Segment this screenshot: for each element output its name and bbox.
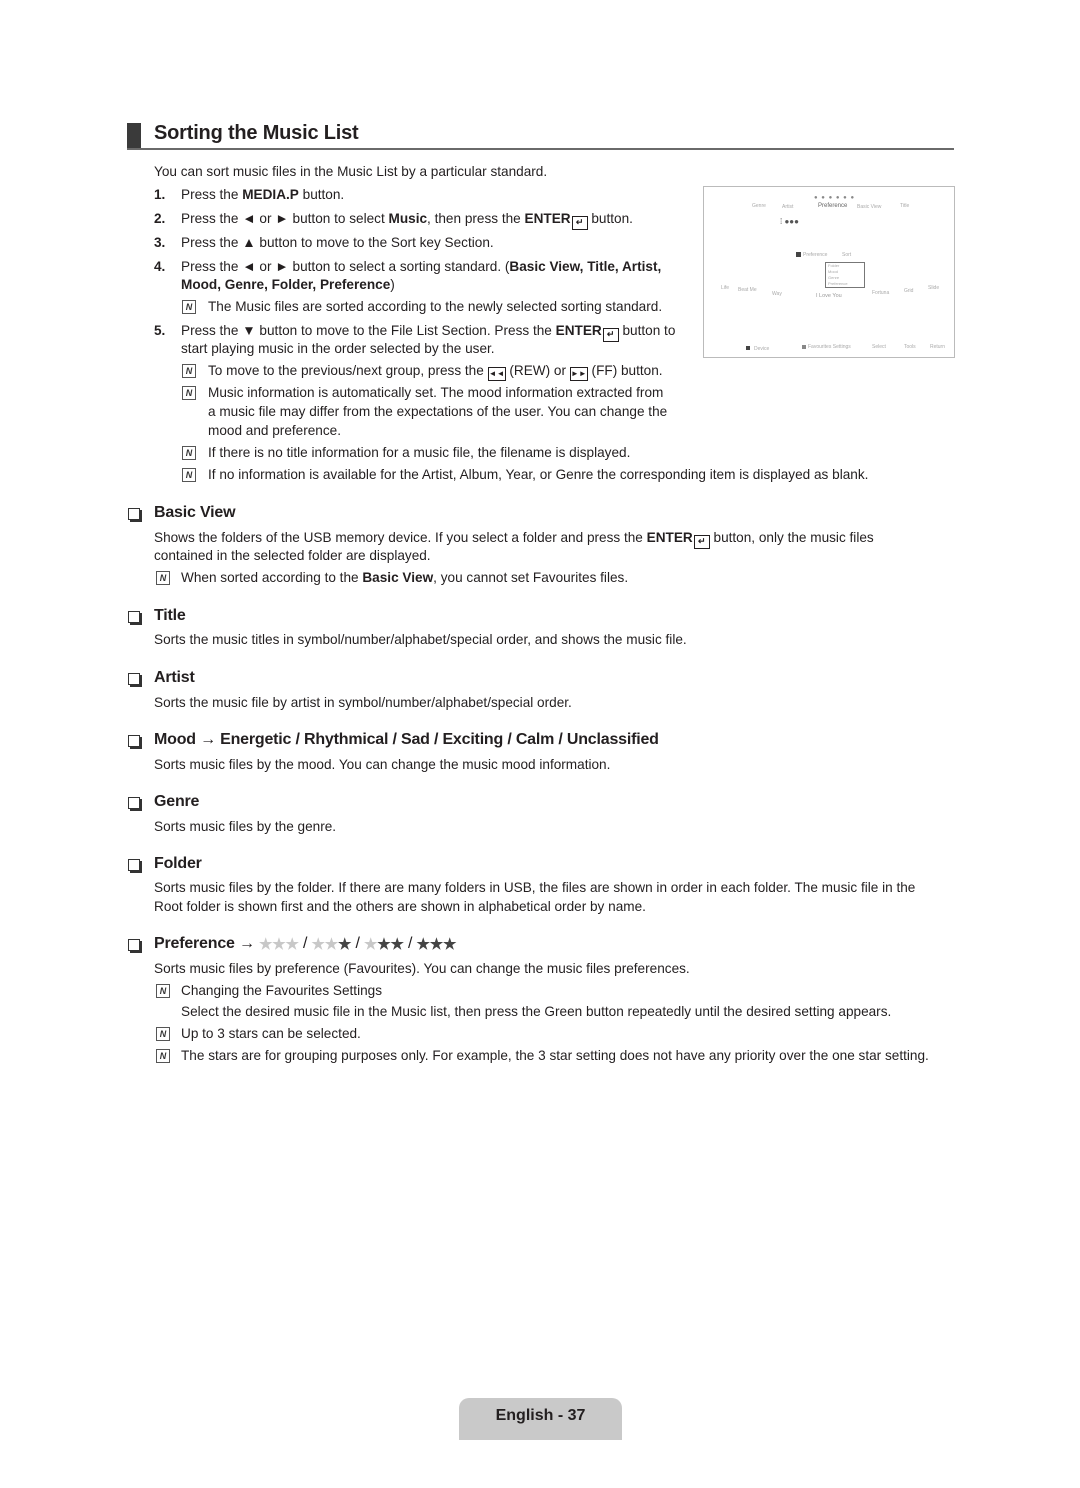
star-empty-icon: ★ <box>259 936 273 953</box>
section-bullet-icon <box>128 939 140 951</box>
enter-icon: ↵ <box>571 216 588 230</box>
section-bullet-icon <box>128 611 140 623</box>
note-icon: N <box>182 300 196 314</box>
star-group-separator: / <box>351 935 365 952</box>
heading-title: Title <box>154 607 186 624</box>
pref-note-1-detail: Select the desired music file in the Mus… <box>181 1004 892 1019</box>
star-empty-icon: ★ <box>285 936 299 953</box>
step-3: 3. Press the ▲ button to move to the Sor… <box>154 235 494 250</box>
star-group-separator: / <box>403 935 417 952</box>
page-label: English - 37 <box>495 1407 586 1424</box>
intro-text: You can sort music files in the Music Li… <box>154 164 548 179</box>
rewind-icon: ◄◄ <box>487 367 506 381</box>
enter-icon: ↵ <box>693 535 710 549</box>
step-1: 1. Press the MEDIA.P button. <box>154 187 345 202</box>
heading-artist: Artist <box>154 669 195 686</box>
basic-view-note: When sorted according to the Basic View,… <box>181 570 629 585</box>
note-icon: N <box>182 386 196 400</box>
star-group: ★★★ <box>311 935 352 953</box>
pref-note-2: Up to 3 stars can be selected. <box>181 1026 361 1041</box>
star-filled-icon: ★ <box>429 936 444 953</box>
sort-key-icon <box>796 252 801 257</box>
fast-forward-icon: ►► <box>569 367 588 381</box>
star-empty-icon: ★ <box>311 936 325 953</box>
page-number-tab: English - 37 <box>459 1398 622 1440</box>
note-icon: N <box>182 468 196 482</box>
note-icon: N <box>156 984 170 998</box>
note-music-info-2: a music file may differ from the expecta… <box>208 404 668 419</box>
section-bullet-icon <box>128 673 140 685</box>
basic-view-text-2: contained in the selected folder are dis… <box>154 548 431 563</box>
star-empty-icon: ★ <box>364 936 378 953</box>
section-bullet-icon <box>128 797 140 809</box>
stars-indicator: ● ● ● ● ● ● <box>814 195 856 201</box>
section-bullet-icon <box>128 508 140 520</box>
preference-star-groups: ★★★ / ★★★ / ★★★ / ★★★ <box>259 935 457 953</box>
note-icon: N <box>156 571 170 585</box>
preference-text: Sorts music files by preference (Favouri… <box>154 961 690 976</box>
star-filled-icon: ★ <box>416 936 430 953</box>
green-button-icon <box>802 345 806 349</box>
folder-text-1: Sorts music files by the folder. If ther… <box>154 880 916 895</box>
step-4: 4. Press the ◄ or ► button to select a s… <box>154 259 662 274</box>
device-icon <box>746 346 750 350</box>
title-marker <box>127 123 141 149</box>
music-list-screenshot: ● ● ● ● ● ● Genre Artist Preference Basi… <box>703 186 955 358</box>
note-icon: N <box>156 1027 170 1041</box>
artist-text: Sorts the music file by artist in symbol… <box>154 695 572 710</box>
heading-folder: Folder <box>154 855 202 872</box>
title-divider <box>127 148 954 150</box>
note-rew-ff: To move to the previous/next group, pres… <box>208 362 663 381</box>
heading-basic-view: Basic View <box>154 504 236 521</box>
step-5-line2: start playing music in the order selecte… <box>181 341 495 356</box>
heading-genre: Genre <box>154 793 200 810</box>
section-bullet-icon <box>128 859 140 871</box>
dots-icon: ⁞ ●●● <box>780 217 799 226</box>
section-bullet-icon <box>128 735 140 747</box>
heading-mood: Mood → Energetic / Rhythmical / Sad / Ex… <box>154 731 659 748</box>
basic-view-text-1: Shows the folders of the USB memory devi… <box>154 529 874 549</box>
star-filled-icon: ★ <box>443 936 457 953</box>
title-text: Sorts the music titles in symbol/number/… <box>154 632 687 647</box>
sort-dropdown: Folder Mood Genre Preference <box>825 262 865 288</box>
note-no-title: If there is no title information for a m… <box>208 445 631 460</box>
step-4-line2: Mood, Genre, Folder, Preference) <box>181 277 395 292</box>
note-music-info-1: Music information is automatically set. … <box>208 385 664 400</box>
step-4-note: The Music files are sorted according to … <box>208 299 663 314</box>
star-group-separator: / <box>298 935 312 952</box>
note-no-info: If no information is available for the A… <box>208 467 869 482</box>
note-music-info-3: mood and preference. <box>208 423 342 438</box>
page-title: Sorting the Music List <box>154 122 359 144</box>
star-filled-icon: ★ <box>338 936 352 953</box>
genre-text: Sorts music files by the genre. <box>154 819 337 834</box>
step-5: 5. Press the ▼ button to move to the Fil… <box>154 322 694 342</box>
folder-text-2: Root folder is shown first and the other… <box>154 899 646 914</box>
note-icon: N <box>156 1049 170 1063</box>
step-2: 2. Press the ◄ or ► button to select Mus… <box>154 210 694 230</box>
star-group: ★★★ <box>416 935 457 953</box>
pref-note-3: The stars are for grouping purposes only… <box>181 1048 929 1063</box>
heading-preference: Preference → ★★★ / ★★★ / ★★★ / ★★★ <box>154 935 457 953</box>
pref-note-1: Changing the Favourites Settings <box>181 983 383 998</box>
note-icon: N <box>182 364 196 378</box>
mood-text: Sorts music files by the mood. You can c… <box>154 757 611 772</box>
star-empty-icon: ★ <box>324 936 339 953</box>
star-empty-icon: ★ <box>272 936 286 953</box>
note-icon: N <box>182 446 196 460</box>
star-group: ★★★ <box>364 935 404 953</box>
enter-icon: ↵ <box>602 328 619 342</box>
star-group: ★★★ <box>259 935 299 953</box>
star-filled-icon: ★ <box>390 936 404 953</box>
star-filled-icon: ★ <box>377 936 391 953</box>
